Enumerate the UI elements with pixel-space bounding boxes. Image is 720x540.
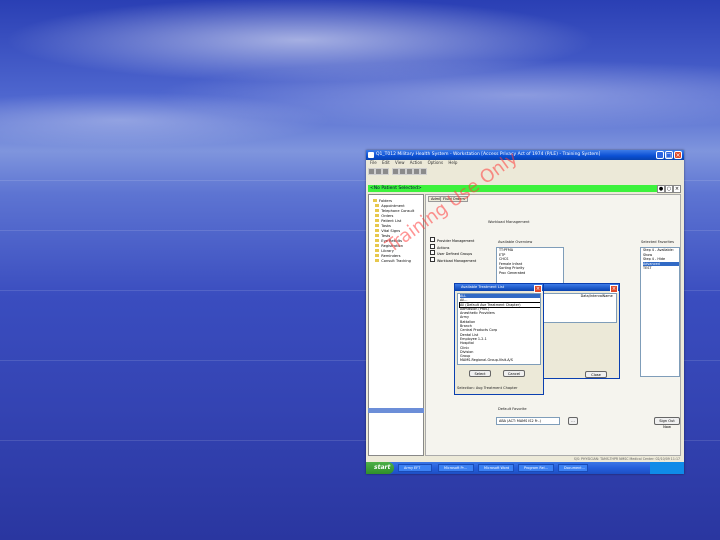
close-icon[interactable]: × [534,284,542,293]
close-button[interactable]: × [674,151,682,159]
menu-help[interactable]: Help [448,160,457,165]
list-item[interactable]: MAMS-Regional-Group-Visit-A/S [460,358,540,362]
checkbox[interactable] [430,237,435,242]
options-list[interactable]: Provider Management Actions User Defined… [428,237,488,277]
taskbar-item[interactable]: Army EFT [398,464,432,472]
folder-icon [375,204,380,207]
tree-item[interactable]: Consult Tracking [373,259,414,264]
folder-icon [375,234,380,237]
checkbox[interactable] [430,243,435,249]
sign-out-button[interactable]: Sign Out Now [654,417,680,429]
window-titlebar: Q1_T012 Military Health System - Worksta… [366,150,684,160]
available-header: Available Overview [498,240,533,244]
folder-icon [375,249,380,252]
menu-options[interactable]: Options [428,160,443,165]
option-item[interactable]: Provider Management [430,237,488,244]
toolbar-icon[interactable] [392,168,399,175]
taskbar-item[interactable]: Microsoft Pr... [438,464,474,472]
lock-icon[interactable]: ● [657,185,665,193]
toolbar-icon[interactable] [382,168,389,175]
selected-list[interactable]: Step 4 - Available: Show Step 4 - Hide A… [640,247,680,377]
maximize-button[interactable]: □ [665,151,673,159]
treatment-list-dialog: Available Treatment List × ALL All... Al… [454,283,544,395]
folder-icon [375,229,380,232]
toolbar-icon[interactable] [420,168,427,175]
menu-bar: File Edit View Action Options Help [366,160,684,167]
start-button[interactable]: start [366,462,394,474]
patient-bar[interactable]: <No Patient Selected> ● ○ × [368,185,681,193]
cancel-button[interactable]: Cancel [503,370,525,377]
taskbar-item[interactable]: Document... [558,464,588,472]
toolbar-icon[interactable] [413,168,420,175]
menu-action[interactable]: Action [410,160,423,165]
system-tray [650,462,684,474]
folder-icon [375,254,380,257]
dialog-footer: Selection: Avg Treatment Chapter [457,386,518,390]
default-favorite-field[interactable]: ABA (ACT: MAMS IS2 Fr..) [496,417,560,425]
left-lower-section [368,408,424,456]
toolbar-icon[interactable] [375,168,382,175]
selected-item[interactable]: Step 4 - Available: Show [643,248,679,257]
toolbar-icon[interactable] [406,168,413,175]
back-dialog-titlebar [539,284,619,291]
select-button[interactable]: Select [469,370,491,377]
workload-header: Workload Management [488,220,530,224]
app-icon [368,152,374,158]
taskbar: start Army EFT Microsoft Pr... Microsoft… [366,462,684,474]
menu-edit[interactable]: Edit [382,160,390,165]
browse-button[interactable]: ... [568,417,578,425]
column-header: Data/Interval [580,294,603,298]
close-icon[interactable]: × [610,284,618,293]
treatment-dialog-titlebar: Available Treatment List [455,284,543,291]
column-header [546,294,559,299]
patient-bar-text: <No Patient Selected> [370,186,422,191]
menu-view[interactable]: View [395,160,405,165]
toolbar [366,167,684,175]
back-dialog: × Data/Interval Name Close [538,283,620,379]
left-section-header [368,408,424,413]
taskbar-item[interactable]: Program Rel... [518,464,554,472]
folder-icon [375,244,380,247]
treatment-list[interactable]: ALL All... All (Default Ave Treatment Ch… [457,293,541,365]
back-dialog-grid[interactable]: Data/Interval Name [543,293,617,323]
close-icon[interactable]: × [673,185,681,193]
minimize-button[interactable]: _ [656,151,664,159]
folder-icon [375,214,380,217]
window-title: Q1_T012 Military Health System - Worksta… [376,152,601,157]
column-header: Name [602,294,613,298]
option-item[interactable]: Actions [430,243,488,251]
checkbox[interactable] [430,250,435,256]
selected-header: Selected Favorites [641,240,674,244]
folder-icon [375,209,380,212]
folder-icon [375,239,380,242]
close-button[interactable]: Close [585,371,607,378]
taskbar-item[interactable]: Microsoft Word [478,464,514,472]
folder-icon [373,199,377,202]
folder-icon [375,219,380,222]
option-item[interactable]: Workload Management [430,256,488,264]
available-item[interactable]: Proc Generated [499,271,563,276]
folder-icon [375,259,380,262]
menu-file[interactable]: File [370,160,377,165]
option-item[interactable]: User Defined Groups [430,250,488,257]
folder-icon [375,224,380,227]
selected-item[interactable]: TEST [643,266,679,271]
toolbar-icon[interactable] [368,168,375,175]
default-header: Default Favorite [498,407,527,411]
checkbox[interactable] [430,256,435,262]
toolbar-icon[interactable] [399,168,406,175]
column-header [563,294,576,299]
status-text: S/S: PHYSICIAN: TAMS-THPR NMSC Medical C… [573,457,680,461]
search-icon[interactable]: ○ [665,185,673,193]
application-screenshot: Q1_T012 Military Health System - Worksta… [366,150,684,474]
